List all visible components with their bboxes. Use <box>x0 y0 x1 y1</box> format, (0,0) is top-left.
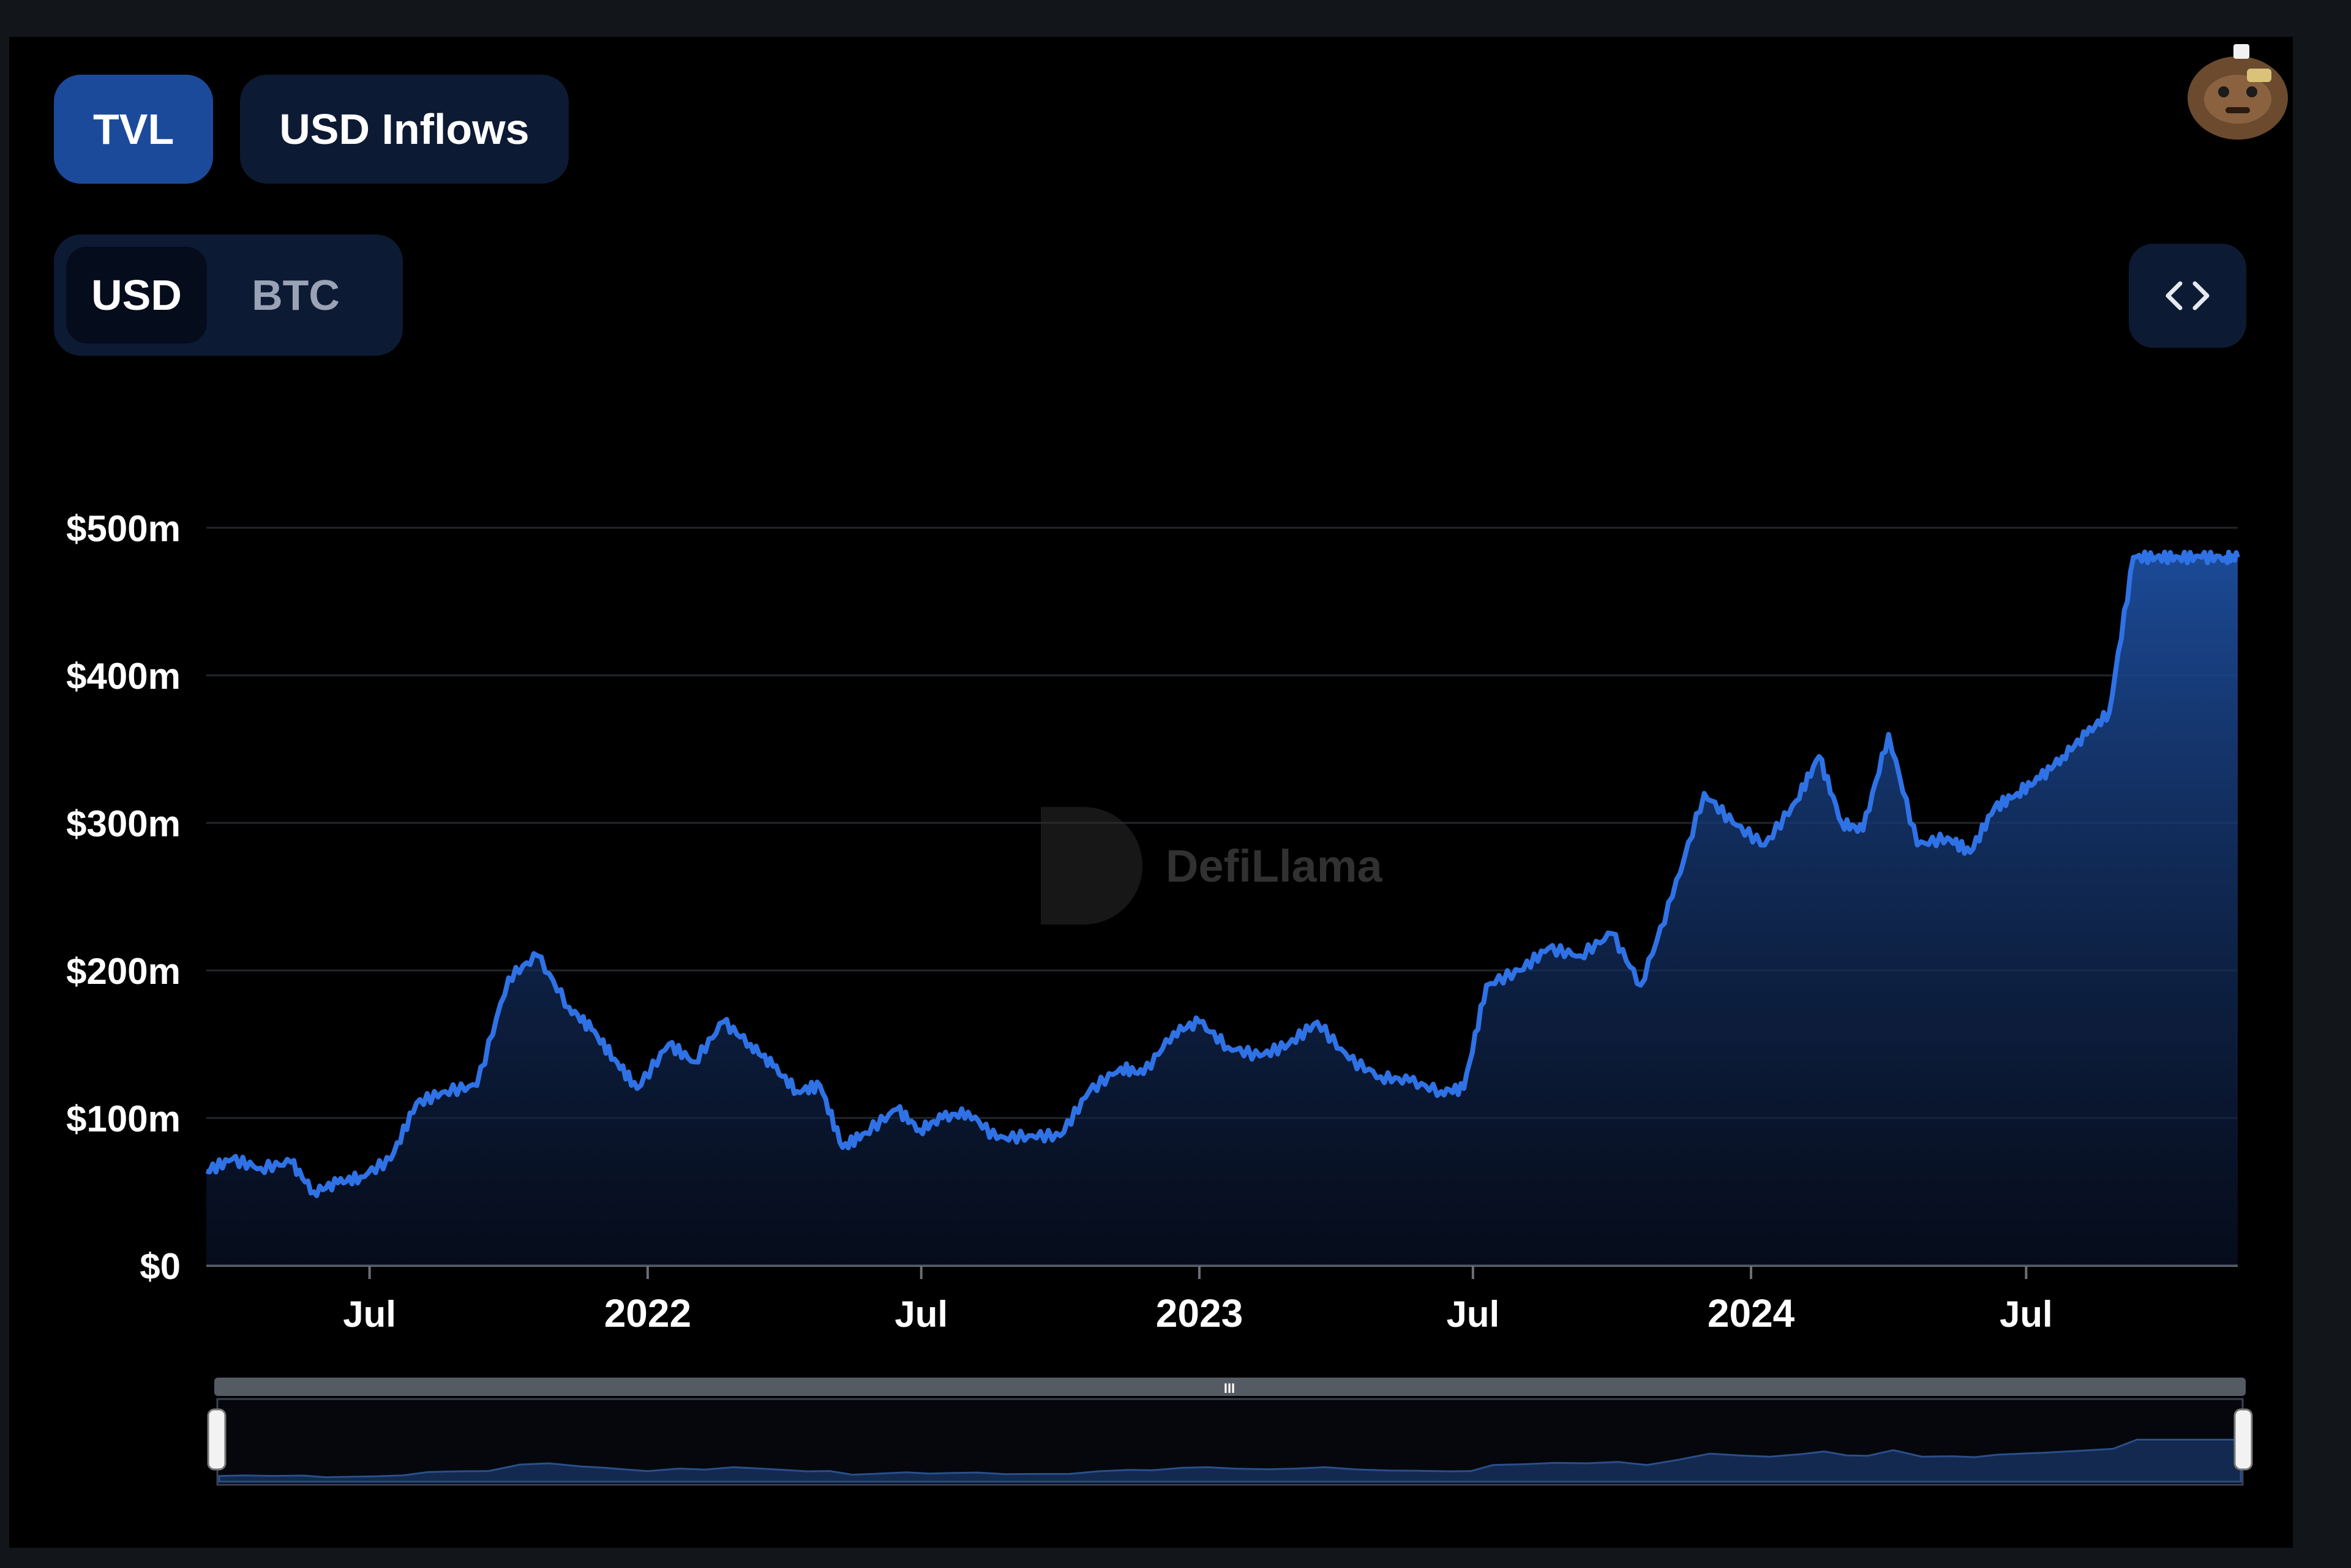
defillama-watermark: DefiLlama <box>1041 807 1383 925</box>
x-tick-label: Jul <box>2000 1294 2053 1335</box>
y-tick-label: $300m <box>66 803 181 844</box>
brush-drag-grip[interactable]: III <box>1224 1381 1235 1396</box>
tvl-area <box>206 552 2238 1266</box>
denomination-usd[interactable]: USD <box>66 247 207 343</box>
x-tick-label: 2022 <box>604 1291 691 1335</box>
y-axis: $0 $100m $200m $300m $400m $500m <box>66 508 181 1287</box>
brush-right-handle[interactable] <box>2233 1408 2253 1471</box>
x-tick-label: Jul <box>343 1294 396 1335</box>
range-brush[interactable]: III <box>207 1378 2253 1486</box>
code-brackets-icon <box>2165 281 2210 310</box>
y-tick-label: $400m <box>66 656 181 697</box>
y-tick-label: $200m <box>66 951 181 992</box>
llama-avatar-icon[interactable] <box>2180 31 2296 147</box>
y-tick-label: $100m <box>66 1098 181 1139</box>
x-axis: Jul 2022 Jul 2023 Jul 2024 Jul <box>343 1266 2053 1335</box>
x-tick-label: 2023 <box>1156 1291 1243 1335</box>
x-tick-label: Jul <box>1446 1294 1499 1335</box>
metric-tabs: TVL USD Inflows <box>54 75 569 184</box>
watermark-text: DefiLlama <box>1166 841 1383 891</box>
tab-usd-inflows[interactable]: USD Inflows <box>240 75 569 184</box>
y-tick-label: $500m <box>66 508 181 549</box>
brush-left-handle[interactable] <box>207 1408 227 1471</box>
llama-logo-icon <box>1041 807 1142 925</box>
denomination-toggle: USD BTC <box>54 234 403 356</box>
x-tick-label: 2024 <box>1708 1291 1795 1335</box>
x-tick-label: Jul <box>894 1294 948 1335</box>
tab-tvl[interactable]: TVL <box>54 75 214 184</box>
y-tick-label: $0 <box>140 1246 181 1287</box>
embed-button[interactable] <box>2129 244 2246 348</box>
denomination-btc[interactable]: BTC <box>225 247 366 343</box>
